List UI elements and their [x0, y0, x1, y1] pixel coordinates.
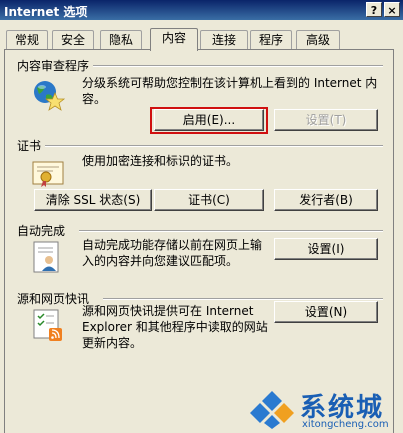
tab-programs[interactable]: 程序 [250, 30, 292, 50]
feeds-icon [31, 308, 65, 342]
divider [103, 298, 383, 300]
tab-connections[interactable]: 连接 [200, 30, 248, 50]
divider [91, 65, 383, 67]
content-settings-button[interactable]: 设置(T) [274, 109, 378, 131]
tab-strip: 常规 安全 隐私 内容 连接 程序 高级 [4, 28, 400, 51]
certificates-label: 证书 [17, 137, 46, 154]
tab-content[interactable]: 内容 [150, 28, 198, 51]
content-panel: 内容审查程序 分级系统可帮助您控制在该计算机上看到的 Internet 内 容。… [4, 49, 394, 433]
content-advisor-desc-line1: 分级系统可帮助您控制在该计算机上看到的 Internet 内 [82, 76, 378, 90]
enable-button[interactable]: 启用(E)... [154, 109, 264, 131]
feeds-settings-button[interactable]: 设置(N) [274, 301, 378, 323]
tab-general[interactable]: 常规 [6, 30, 48, 50]
globe-star-icon [31, 77, 66, 111]
content-advisor-label: 内容审查程序 [17, 57, 94, 74]
title-bar: Internet 选项 ? × [0, 0, 403, 20]
window-title: Internet 选项 [4, 5, 88, 19]
autocomplete-label: 自动完成 [17, 222, 70, 239]
certificates-desc: 使用加密连接和标识的证书。 [82, 154, 239, 168]
help-button[interactable]: ? [366, 2, 382, 17]
certificates-button[interactable]: 证书(C) [154, 189, 264, 211]
autocomplete-desc: 自动完成功能存储以前在网页上输 入的内容并向您建议匹配项。 [82, 237, 262, 269]
tab-privacy[interactable]: 隐私 [100, 30, 142, 50]
divider [79, 230, 383, 232]
tab-advanced[interactable]: 高级 [296, 30, 340, 50]
close-button[interactable]: × [384, 2, 400, 17]
certificate-icon [31, 158, 65, 188]
tab-security[interactable]: 安全 [52, 30, 94, 50]
autocomplete-desc-line2: 入的内容并向您建议匹配项。 [82, 254, 239, 268]
feeds-desc-line3: 更新内容。 [82, 336, 143, 350]
brand-logo-icon [250, 389, 294, 429]
autocomplete-desc-line1: 自动完成功能存储以前在网页上输 [82, 238, 263, 252]
autocomplete-form-icon [31, 240, 65, 274]
clear-ssl-button[interactable]: 清除 SSL 状态(S) [34, 189, 152, 211]
feeds-desc-line2: Explorer 和其他程序中读取的网站 [82, 320, 268, 334]
publishers-button[interactable]: 发行者(B) [274, 189, 378, 211]
autocomplete-settings-button[interactable]: 设置(I) [274, 238, 378, 260]
feeds-desc-line1: 源和网页快讯提供可在 Internet [82, 304, 254, 318]
content-advisor-desc-line2: 容。 [82, 92, 107, 106]
feeds-desc: 源和网页快讯提供可在 Internet Explorer 和其他程序中读取的网站… [82, 303, 268, 351]
content-advisor-desc: 分级系统可帮助您控制在该计算机上看到的 Internet 内 容。 [82, 75, 377, 107]
divider [45, 145, 383, 147]
watermark: 系统城 xitongcheng.com [250, 385, 400, 433]
watermark-url: xitongcheng.com [302, 419, 389, 430]
